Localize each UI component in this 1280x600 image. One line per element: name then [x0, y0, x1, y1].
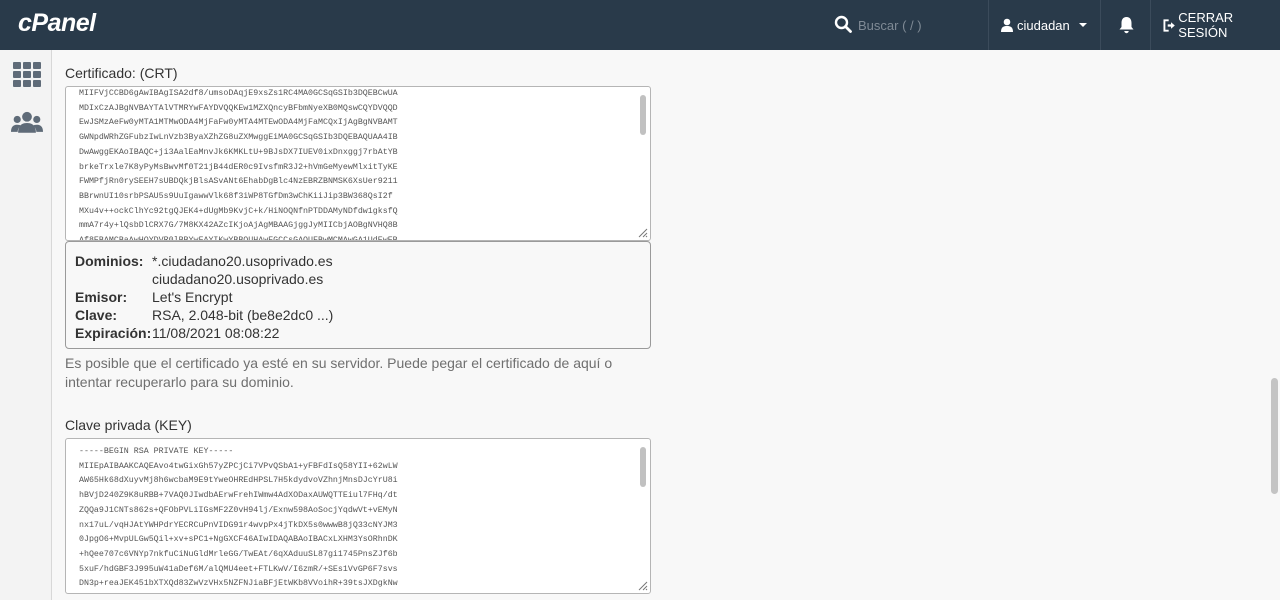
resize-grip-icon[interactable]: [636, 226, 648, 238]
resize-grip-icon[interactable]: [636, 579, 648, 591]
key-row: Clave: RSA, 2.048-bit (be8e2dc0 ...): [75, 306, 641, 324]
user-menu[interactable]: ciudadan: [1000, 0, 1094, 50]
expiry-row: Expiración: 11/08/2021 08:08:22: [75, 324, 641, 342]
logout-label: CERRAR SESIÓN: [1178, 10, 1234, 40]
expiry-value: 11/08/2021 08:08:22: [152, 325, 280, 341]
user-icon: [1001, 18, 1013, 32]
certificate-text[interactable]: MIIFVjCCBD6gAwIBAgISA2df8/umsoDAqjE9xsZs…: [66, 87, 650, 240]
page-scrollbar[interactable]: [1271, 378, 1278, 494]
logout-button[interactable]: CERRAR SESIÓN: [1163, 0, 1280, 50]
bell-icon[interactable]: [1118, 16, 1135, 34]
sidebar: [0, 50, 52, 600]
users-icon[interactable]: [11, 109, 43, 137]
logout-icon: [1163, 18, 1175, 32]
domains-label: Dominios:: [75, 253, 144, 269]
domains-row: ciudadano20.usoprivado.es: [75, 270, 641, 288]
issuer-row: Emisor: Let's Encrypt: [75, 288, 641, 306]
certificate-label: Certificado: (CRT): [65, 65, 178, 81]
grid-icon[interactable]: [11, 61, 43, 89]
domains-row: Dominios: *.ciudadano20.usoprivado.es: [75, 252, 641, 270]
textarea-scrollbar[interactable]: [640, 95, 646, 135]
private-key-text[interactable]: -----BEGIN RSA PRIVATE KEY----- MIIEpAIB…: [66, 439, 650, 592]
certificate-textarea[interactable]: MIIFVjCCBD6gAwIBAgISA2df8/umsoDAqjE9xsZs…: [65, 86, 651, 241]
expiry-label: Expiración:: [75, 325, 152, 341]
username-label: ciudadan: [1017, 17, 1070, 33]
key-value: RSA, 2.048-bit (be8e2dc0 ...): [152, 307, 334, 323]
help-text: Es posible que el certificado ya esté en…: [65, 355, 613, 390]
search-icon[interactable]: [834, 15, 852, 33]
domain-value: *.ciudadano20.usoprivado.es: [152, 253, 333, 269]
topbar-divider: [988, 0, 989, 50]
textarea-scrollbar[interactable]: [640, 447, 646, 487]
search-input[interactable]: [858, 12, 978, 38]
topbar-divider: [1100, 0, 1101, 50]
issuer-value: Let's Encrypt: [152, 289, 233, 305]
main-content: Certificado: (CRT) MIIFVjCCBD6gAwIBAgISA…: [52, 50, 1280, 600]
issuer-label: Emisor:: [75, 289, 128, 305]
domain-value: ciudadano20.usoprivado.es: [152, 271, 324, 287]
certificate-details-panel: Dominios: *.ciudadano20.usoprivado.es ci…: [65, 241, 651, 349]
top-navigation-bar: cPanel ciudadan CERRAR SESIÓN: [0, 0, 1280, 50]
cpanel-logo[interactable]: cPanel: [18, 9, 96, 38]
caret-down-icon: [1078, 23, 1087, 27]
topbar-divider: [1150, 0, 1151, 50]
private-key-textarea[interactable]: -----BEGIN RSA PRIVATE KEY----- MIIEpAIB…: [65, 438, 651, 594]
private-key-label: Clave privada (KEY): [65, 417, 192, 433]
key-label: Clave:: [75, 307, 118, 323]
